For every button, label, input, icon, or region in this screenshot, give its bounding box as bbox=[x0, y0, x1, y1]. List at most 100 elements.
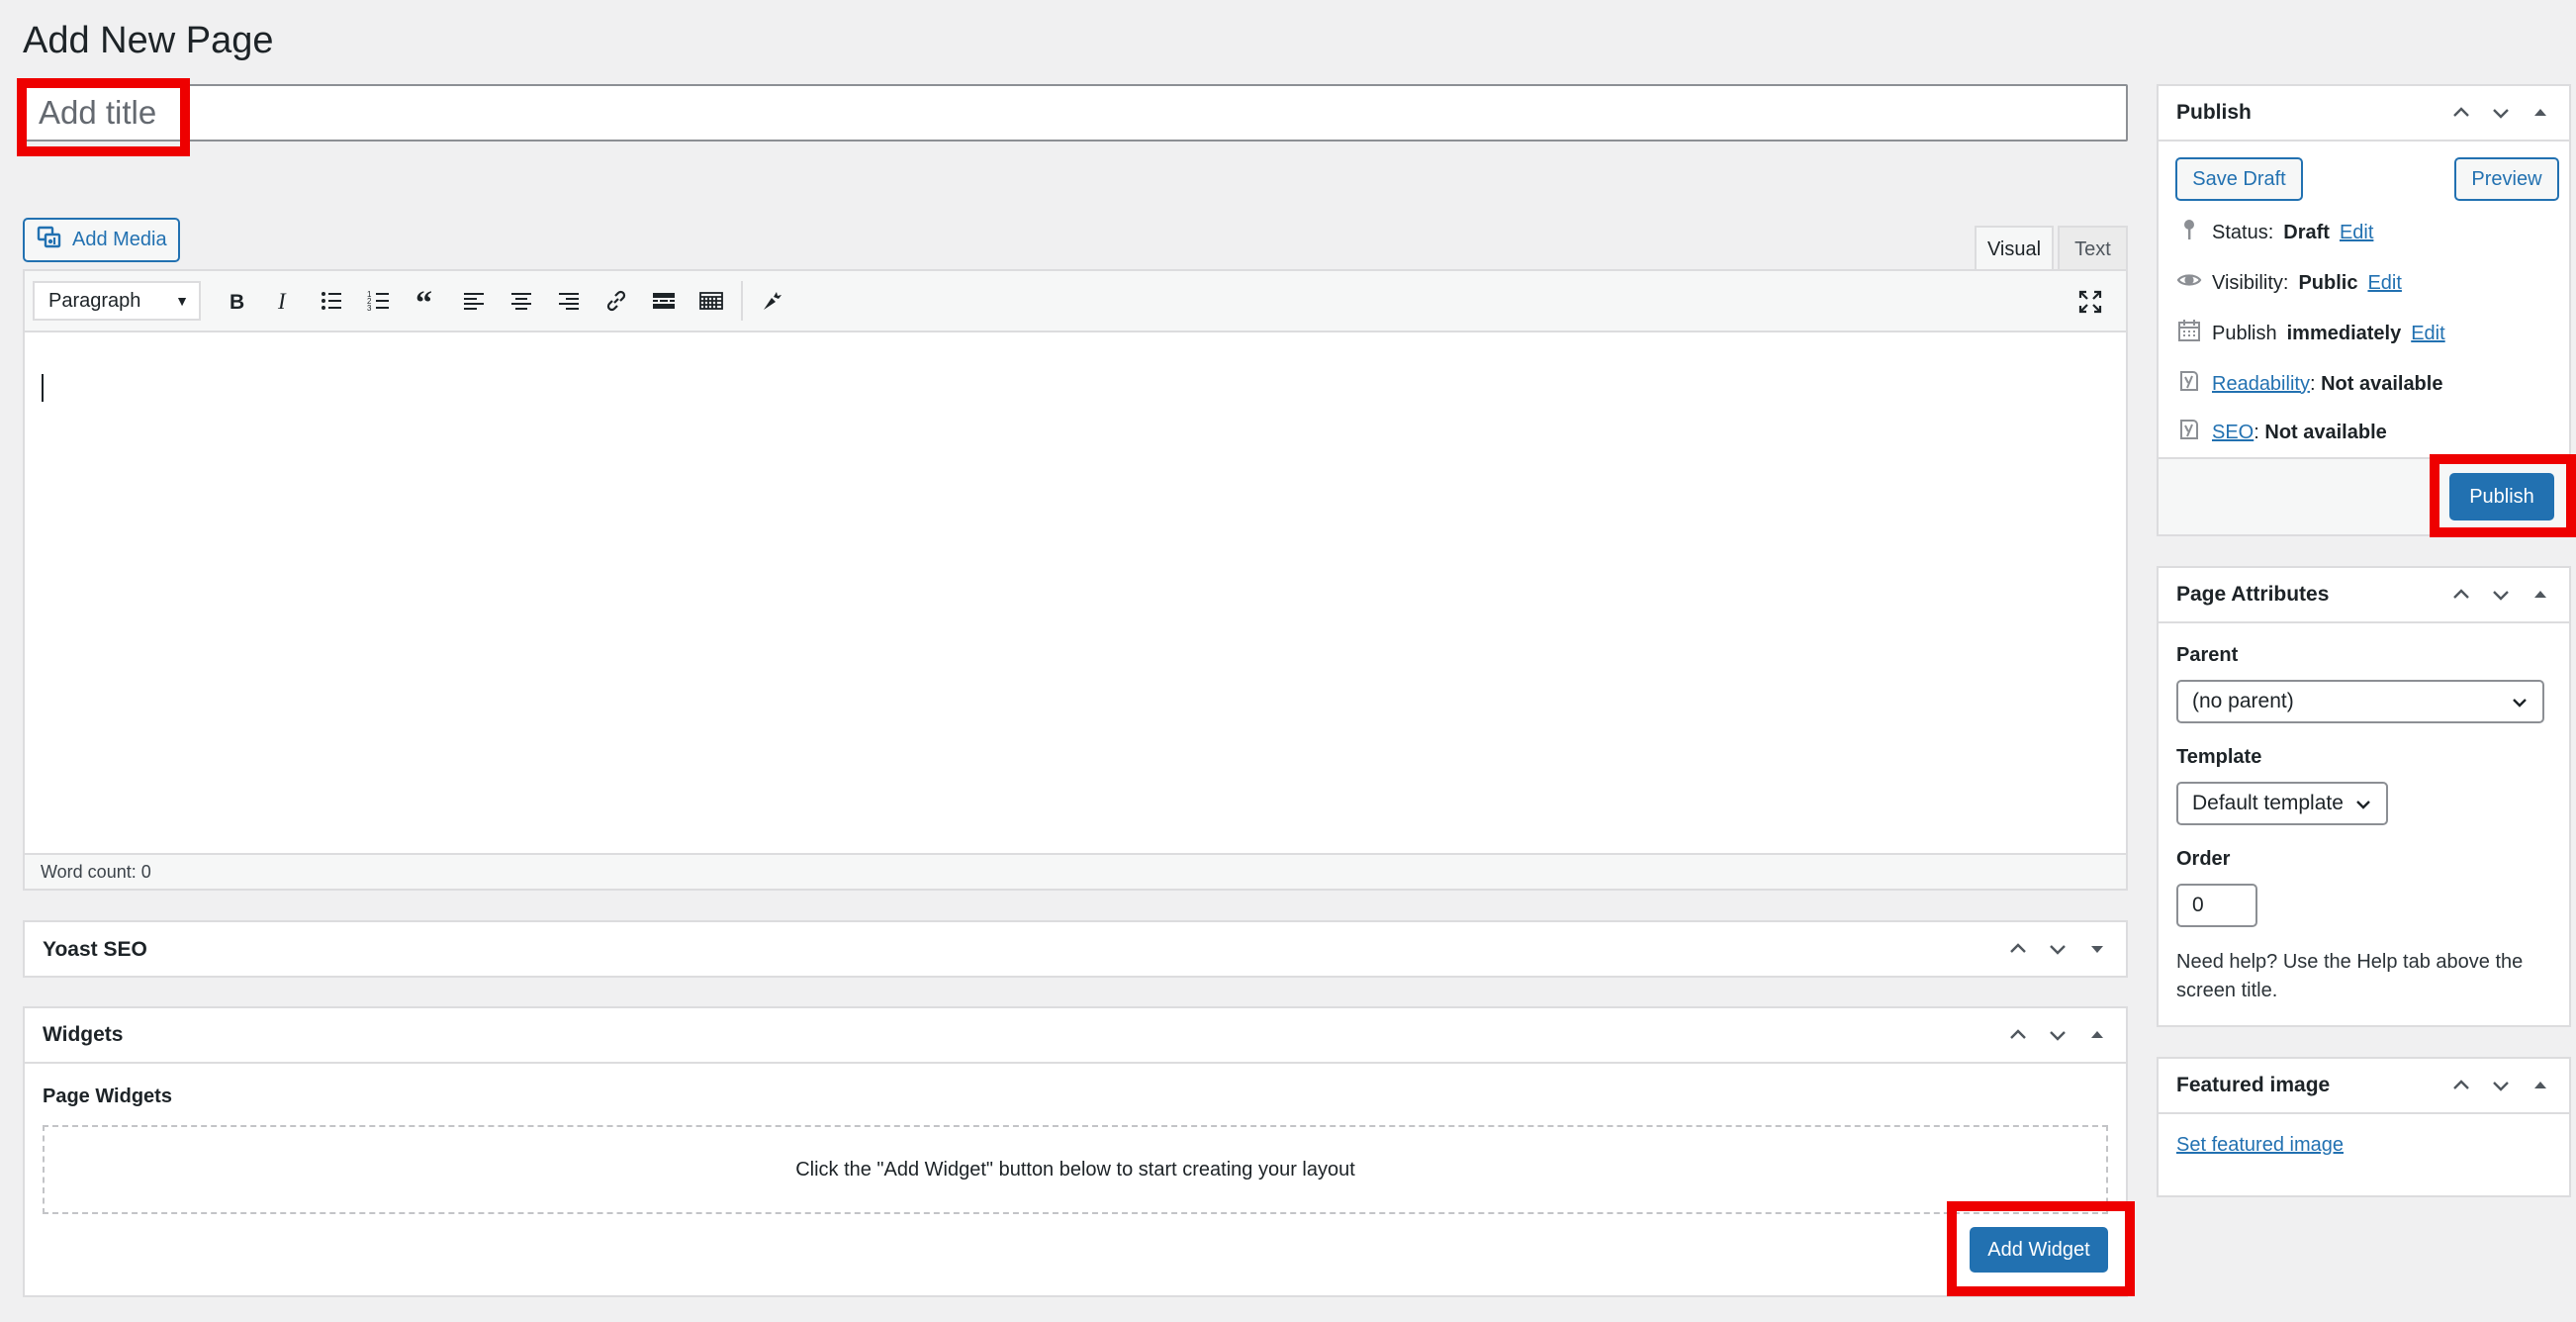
carrot-icon[interactable] bbox=[749, 279, 796, 323]
insert-link-icon[interactable] bbox=[593, 279, 640, 323]
seo-value-wrap: SEO: Not available bbox=[2212, 421, 2387, 443]
set-featured-image-link[interactable]: Set featured image bbox=[2176, 1134, 2344, 1157]
eye-icon bbox=[2176, 267, 2202, 299]
caret-down-icon: ▼ bbox=[175, 293, 189, 309]
page-attributes-handle-actions bbox=[2446, 580, 2555, 610]
schedule-label: Publish bbox=[2212, 322, 2277, 344]
title-input[interactable] bbox=[25, 86, 2126, 140]
align-right-icon[interactable] bbox=[545, 279, 593, 323]
move-up-icon[interactable] bbox=[2446, 580, 2476, 610]
readability-row: Readability: Not available bbox=[2176, 368, 2442, 400]
fullscreen-icon[interactable] bbox=[2067, 280, 2114, 324]
status-value: Draft bbox=[2283, 221, 2330, 243]
chevron-down-icon bbox=[2513, 699, 2527, 708]
editor-content-area[interactable] bbox=[25, 332, 2126, 857]
move-up-icon[interactable] bbox=[2003, 934, 2033, 964]
publish-title: Publish bbox=[2176, 101, 2252, 124]
save-draft-button[interactable]: Save Draft bbox=[2175, 157, 2303, 201]
publish-header[interactable]: Publish bbox=[2159, 86, 2569, 142]
parent-select[interactable]: (no parent) bbox=[2176, 680, 2544, 723]
parent-label: Parent bbox=[2176, 644, 2239, 666]
move-up-icon[interactable] bbox=[2446, 1071, 2476, 1100]
add-media-label: Add Media bbox=[72, 229, 167, 250]
numbered-list-icon[interactable]: 123 bbox=[355, 279, 403, 323]
schedule-value: immediately bbox=[2286, 322, 2402, 344]
page-attributes-title: Page Attributes bbox=[2176, 583, 2330, 606]
order-input[interactable]: 0 bbox=[2176, 884, 2257, 927]
move-down-icon[interactable] bbox=[2043, 1020, 2072, 1050]
visibility-label: Visibility: bbox=[2212, 271, 2289, 294]
align-left-icon[interactable] bbox=[450, 279, 498, 323]
status-label: Status: bbox=[2212, 221, 2274, 243]
add-media-button[interactable]: Add Media bbox=[23, 218, 180, 262]
widgets-header[interactable]: Widgets bbox=[25, 1008, 2126, 1064]
toggle-panel-icon[interactable] bbox=[2526, 1071, 2555, 1100]
move-down-icon[interactable] bbox=[2043, 934, 2072, 964]
svg-text:I: I bbox=[277, 289, 287, 314]
bold-icon[interactable]: B bbox=[213, 279, 260, 323]
readability-value-wrap: Readability: Not available bbox=[2212, 372, 2443, 395]
italic-icon[interactable]: I bbox=[260, 279, 308, 323]
preview-button[interactable]: Preview bbox=[2454, 157, 2559, 201]
svg-text:B: B bbox=[230, 291, 244, 314]
template-label: Template bbox=[2176, 746, 2262, 768]
toggle-panel-icon[interactable] bbox=[2082, 934, 2112, 964]
move-down-icon[interactable] bbox=[2486, 580, 2516, 610]
toggle-panel-icon[interactable] bbox=[2526, 580, 2555, 610]
featured-image-title: Featured image bbox=[2176, 1074, 2331, 1096]
yoast-seo-box: Yoast SEO bbox=[23, 920, 2128, 978]
widget-drop-zone: Click the "Add Widget" button below to s… bbox=[43, 1125, 2108, 1214]
seo-link[interactable]: SEO bbox=[2212, 422, 2254, 443]
toggle-panel-icon[interactable] bbox=[2526, 98, 2555, 128]
yoast-handle-actions bbox=[2003, 934, 2112, 964]
widget-empty-message: Click the "Add Widget" button below to s… bbox=[795, 1158, 1355, 1180]
template-select[interactable]: Default template bbox=[2176, 782, 2388, 825]
format-select[interactable]: Paragraph ▼ bbox=[33, 281, 201, 321]
calendar-icon bbox=[2176, 318, 2202, 349]
tab-text[interactable]: Text bbox=[2058, 226, 2128, 271]
editor-toolbar: Paragraph ▼ B I 123 “ bbox=[25, 271, 2126, 332]
status-row: Status: Draft Edit bbox=[2176, 217, 2373, 248]
seo-value: Not available bbox=[2264, 421, 2387, 443]
featured-image-box: Featured image Set featured image bbox=[2157, 1057, 2571, 1197]
toggle-panel-icon[interactable] bbox=[2082, 1020, 2112, 1050]
schedule-edit-link[interactable]: Edit bbox=[2411, 323, 2444, 345]
move-up-icon[interactable] bbox=[2446, 98, 2476, 128]
page-attributes-box: Page Attributes Parent (no parent) Templ… bbox=[2157, 566, 2571, 1027]
schedule-row: Publish immediately Edit bbox=[2176, 318, 2445, 349]
page-attributes-header[interactable]: Page Attributes bbox=[2159, 568, 2569, 623]
featured-image-handle-actions bbox=[2446, 1071, 2555, 1100]
text-cursor bbox=[42, 374, 44, 402]
seo-row: SEO: Not available bbox=[2176, 417, 2387, 448]
bulleted-list-icon[interactable] bbox=[308, 279, 355, 323]
readability-value: Not available bbox=[2321, 372, 2443, 395]
readability-link[interactable]: Readability bbox=[2212, 373, 2310, 395]
widgets-box: Widgets Page Widgets Click the "Add Widg… bbox=[23, 1006, 2128, 1297]
add-widget-button[interactable]: Add Widget bbox=[1970, 1227, 2108, 1273]
toolbar-toggle-icon[interactable] bbox=[688, 279, 735, 323]
page-title: Add New Page bbox=[23, 20, 274, 61]
publish-button[interactable]: Publish bbox=[2449, 473, 2554, 520]
yoast-icon bbox=[2176, 368, 2202, 400]
featured-image-header[interactable]: Featured image bbox=[2159, 1059, 2569, 1114]
yoast-seo-header[interactable]: Yoast SEO bbox=[25, 922, 2126, 978]
pin-icon bbox=[2176, 217, 2202, 248]
read-more-icon[interactable] bbox=[640, 279, 688, 323]
widgets-title: Widgets bbox=[43, 1023, 124, 1046]
widgets-handle-actions bbox=[2003, 1020, 2112, 1050]
blockquote-icon[interactable]: “ bbox=[403, 279, 450, 323]
publish-handle-actions bbox=[2446, 98, 2555, 128]
content-editor: Paragraph ▼ B I 123 “ Word count: 0 bbox=[23, 269, 2128, 891]
tab-visual[interactable]: Visual bbox=[1975, 226, 2054, 271]
template-select-value: Default template bbox=[2192, 792, 2344, 814]
move-down-icon[interactable] bbox=[2486, 98, 2516, 128]
status-edit-link[interactable]: Edit bbox=[2340, 222, 2373, 244]
move-up-icon[interactable] bbox=[2003, 1020, 2033, 1050]
visibility-value: Public bbox=[2298, 271, 2358, 294]
move-down-icon[interactable] bbox=[2486, 1071, 2516, 1100]
toolbar-separator bbox=[741, 281, 743, 321]
format-select-value: Paragraph bbox=[48, 289, 141, 312]
align-center-icon[interactable] bbox=[498, 279, 545, 323]
chevron-down-icon bbox=[2356, 801, 2370, 809]
visibility-edit-link[interactable]: Edit bbox=[2367, 272, 2401, 295]
